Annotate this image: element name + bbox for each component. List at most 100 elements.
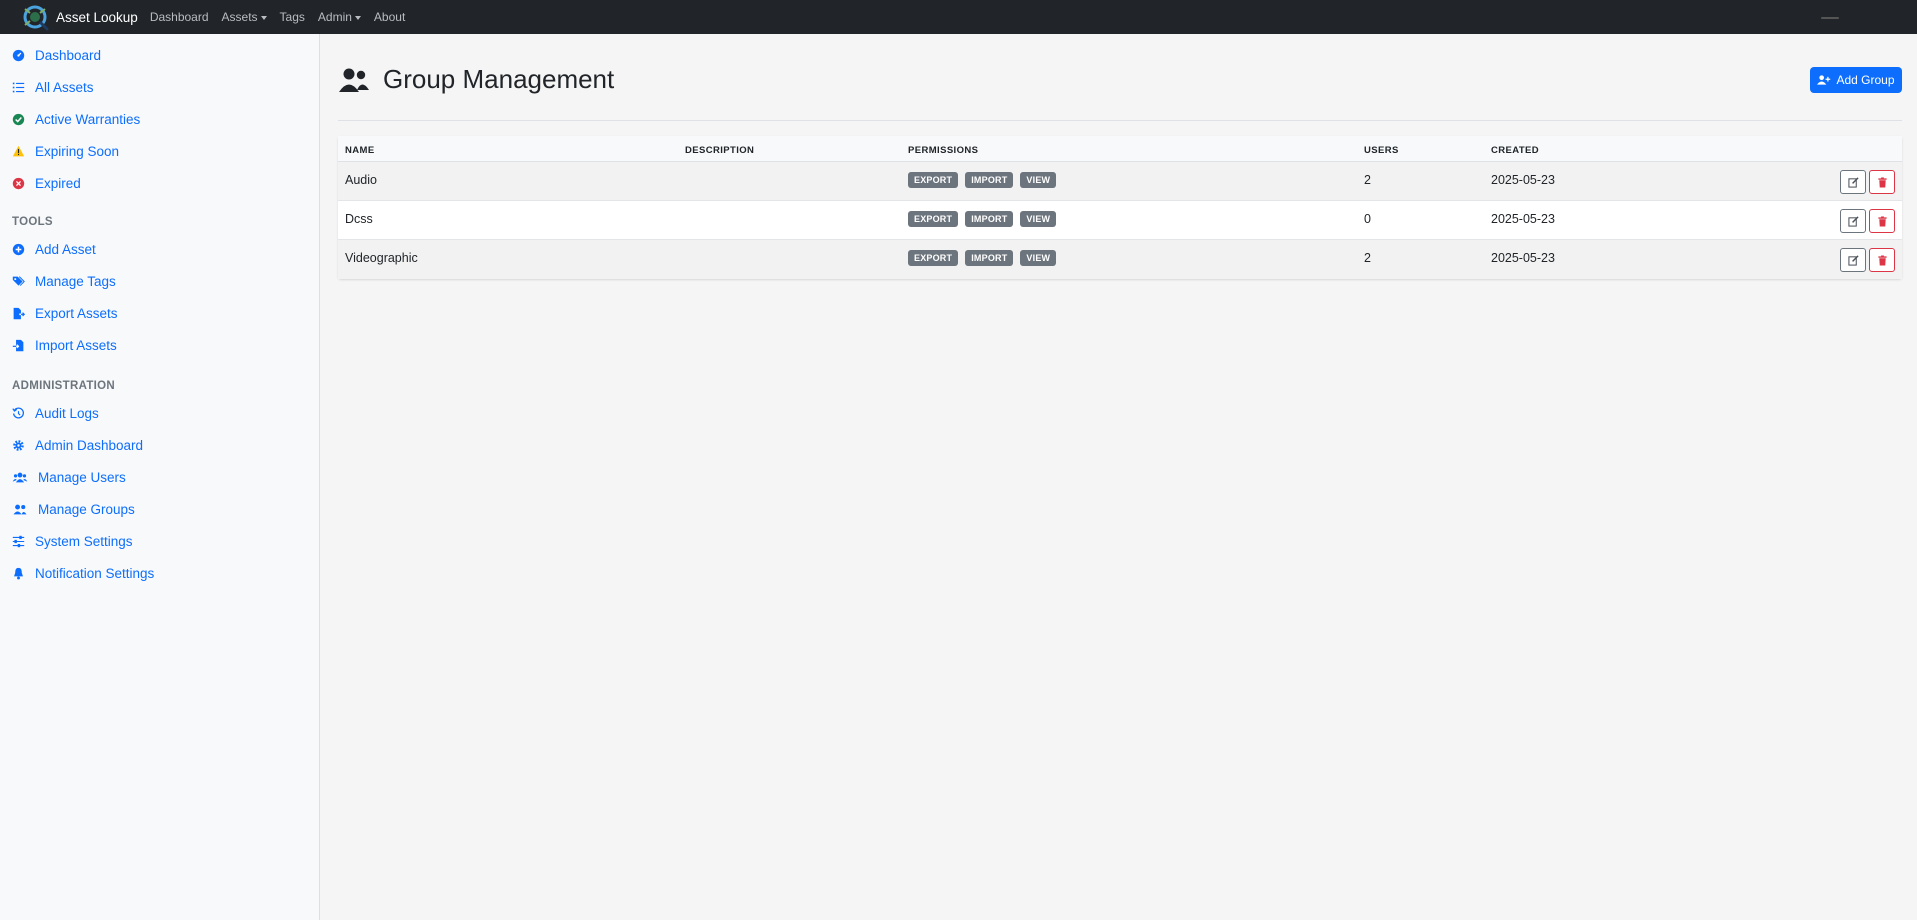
users-icon [12,471,28,484]
sidebar-item-system-settings[interactable]: System Settings [12,534,133,549]
file-import-icon [12,339,25,352]
sidebar-item-import-assets[interactable]: Import Assets [12,338,117,353]
group-name: Dcss [345,212,373,226]
user-group-icon [12,503,28,516]
main-content: Group Management Add Group NAME DESCRIPT… [320,34,1917,920]
sidebar-item-label: Notification Settings [35,566,155,581]
delete-button[interactable] [1869,170,1895,194]
group-name: Videographic [345,251,418,265]
permission-badges: EXPORT IMPORT VIEW [908,172,1063,188]
col-created: CREATED [1491,145,1540,156]
sidebar-item-export-assets[interactable]: Export Assets [12,306,118,321]
created-date: 2025-05-23 [1491,173,1555,187]
nav-assets-label: Assets [221,10,258,24]
sidebar-heading-tools: TOOLS [12,216,53,228]
sidebar-item-manage-users[interactable]: Manage Users [12,470,126,485]
nav-about[interactable]: About [374,10,405,24]
nav-admin-label: Admin [317,10,352,24]
user-plus-icon [1817,75,1831,85]
gauge-icon [12,49,25,62]
trash-icon [1877,176,1887,188]
list-icon [12,81,25,94]
nav-assets-dropdown[interactable]: Assets [222,10,267,24]
sidebar-item-label: Manage Groups [38,502,135,517]
sidebar-item-dashboard[interactable]: Dashboard [12,48,101,63]
sidebar-item-expired[interactable]: Expired [12,176,81,191]
sidebar-item-notification-settings[interactable]: Notification Settings [12,566,154,581]
plus-circle-icon [12,243,25,256]
nav-dashboard[interactable]: Dashboard [150,10,209,24]
table-row: Audio EXPORT IMPORT VIEW 2 2025-05-23 [338,162,1902,201]
bell-icon [12,567,25,580]
sidebar-item-label: Active Warranties [35,112,141,127]
warning-triangle-icon [12,145,25,158]
sidebar-item-label: All Assets [35,80,94,95]
sidebar: Dashboard All Assets Active Warranties E… [0,34,320,920]
permission-badge: VIEW [1020,172,1057,188]
sidebar-item-expiring-soon[interactable]: Expiring Soon [12,144,119,159]
file-export-icon [12,307,25,320]
edit-icon [1847,176,1859,188]
col-name: NAME [345,145,375,156]
users-icon [339,68,369,92]
table-header: NAME DESCRIPTION PERMISSIONS USERS CREAT… [338,136,1902,162]
top-navbar: Asset Lookup Dashboard Assets Tags Admin… [0,0,1917,34]
sidebar-item-all-assets[interactable]: All Assets [12,80,94,95]
check-circle-icon [12,113,25,126]
brand[interactable]: Asset Lookup [20,3,138,31]
caret-down-icon [354,15,361,20]
permission-badge: EXPORT [908,172,959,188]
delete-button[interactable] [1869,248,1895,272]
nav-tags[interactable]: Tags [280,10,305,24]
user-count: 2 [1364,251,1371,265]
sidebar-item-label: Audit Logs [35,406,99,421]
edit-button[interactable] [1840,248,1866,272]
sliders-icon [12,535,25,548]
sidebar-item-label: System Settings [35,534,133,549]
sidebar-heading-administration: ADMINISTRATION [12,380,116,392]
sidebar-item-label: Export Assets [35,306,118,321]
nav-links: Dashboard Assets Tags Admin About [150,10,418,24]
sidebar-item-manage-groups[interactable]: Manage Groups [12,502,135,517]
user-menu[interactable] [1821,17,1839,19]
brand-name: Asset Lookup [56,9,138,25]
edit-icon [1847,254,1859,266]
user-count: 2 [1364,173,1371,187]
table-row: Videographic EXPORT IMPORT VIEW 2 2025-0… [338,240,1902,279]
sidebar-item-active-warranties[interactable]: Active Warranties [12,112,140,127]
col-users: USERS [1364,145,1399,156]
permission-badges: EXPORT IMPORT VIEW [908,211,1063,227]
sidebar-item-audit-logs[interactable]: Audit Logs [12,406,99,421]
tags-icon [12,275,25,288]
nav-dashboard-label: Dashboard [149,10,209,24]
gear-icon [12,439,25,452]
history-icon [12,407,25,420]
col-description: DESCRIPTION [685,145,755,156]
logo-icon [23,5,49,31]
permission-badge: IMPORT [965,250,1014,266]
groups-table: NAME DESCRIPTION PERMISSIONS USERS CREAT… [338,136,1902,279]
add-group-button[interactable]: Add Group [1810,67,1902,93]
delete-button[interactable] [1869,209,1895,233]
user-count: 0 [1364,212,1371,226]
sidebar-item-manage-tags[interactable]: Manage Tags [12,274,116,289]
divider [338,120,1902,121]
permission-badge: VIEW [1020,211,1057,227]
sidebar-item-label: Admin Dashboard [35,438,144,453]
sidebar-item-admin-dashboard[interactable]: Admin Dashboard [12,438,143,453]
permission-badge: EXPORT [908,250,959,266]
sidebar-item-add-asset[interactable]: Add Asset [12,242,96,257]
edit-icon [1847,215,1859,227]
nav-about-label: About [373,10,406,24]
sidebar-item-label: Expiring Soon [35,144,120,159]
add-group-label: Add Group [1836,73,1895,87]
nav-tags-label: Tags [279,10,305,24]
permission-badges: EXPORT IMPORT VIEW [908,250,1063,266]
sidebar-item-label: Manage Users [38,470,126,485]
edit-button[interactable] [1840,209,1866,233]
edit-button[interactable] [1840,170,1866,194]
sidebar-item-label: Dashboard [35,48,102,63]
nav-admin-dropdown[interactable]: Admin [318,10,361,24]
page-title: Group Management [383,64,615,94]
page-header: Group Management [338,64,614,95]
